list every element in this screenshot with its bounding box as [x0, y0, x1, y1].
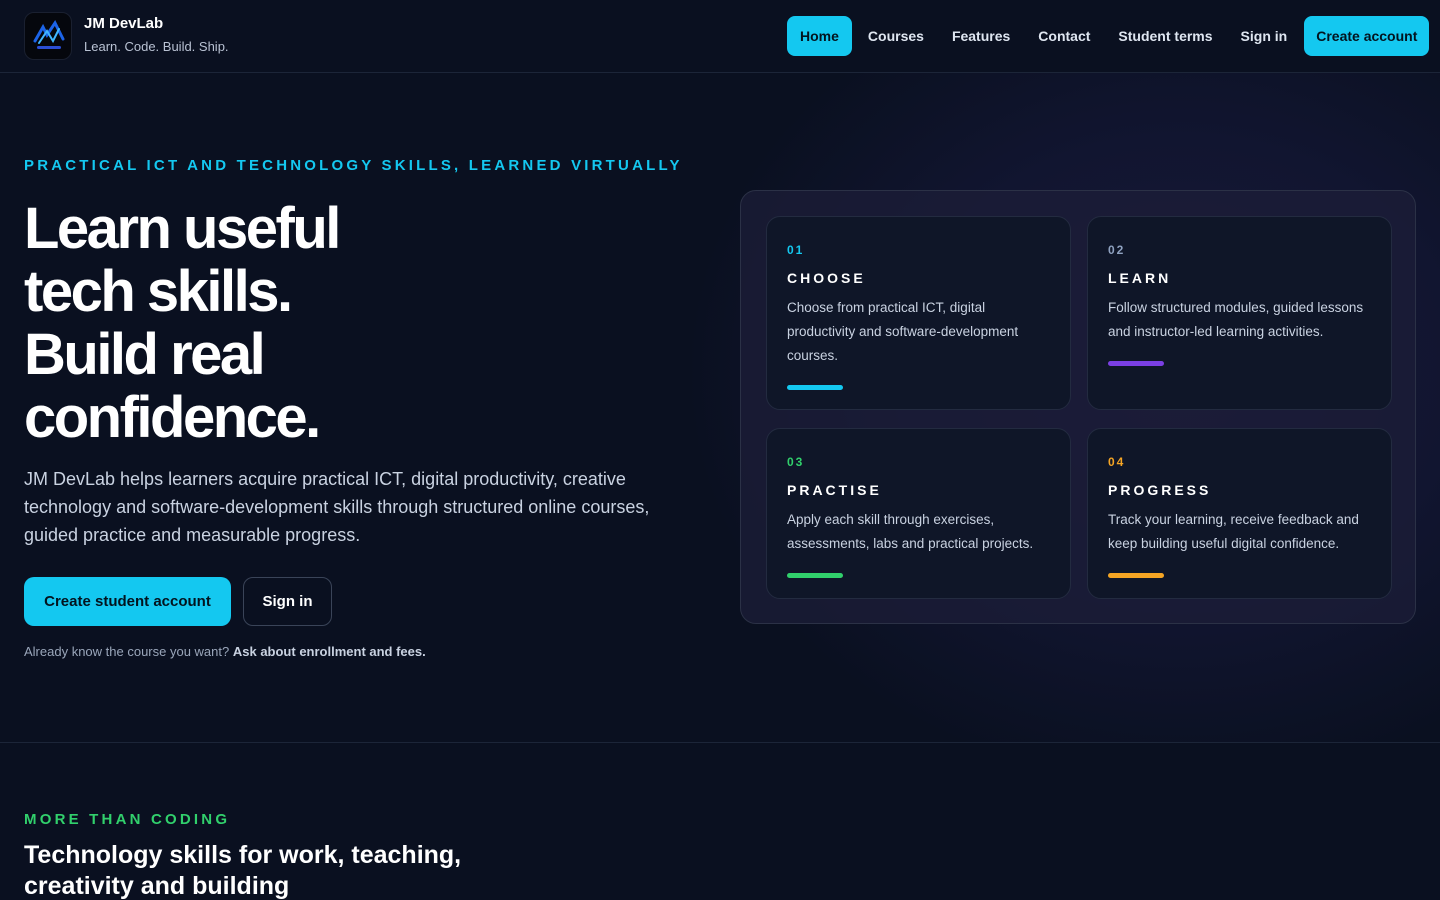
- logo-icon: [33, 20, 65, 49]
- step-text: Track your learning, receive feedback an…: [1108, 512, 1359, 551]
- step-title: PROGRESS: [1108, 482, 1212, 498]
- nav-contact[interactable]: Contact: [1024, 16, 1104, 56]
- step-card-progress: 04 PROGRESS Track your learning, receive…: [1087, 428, 1392, 599]
- step-title: LEARN: [1108, 270, 1172, 286]
- step-number: 02: [1108, 243, 1126, 257]
- nav-features[interactable]: Features: [938, 16, 1024, 56]
- nav-student-terms[interactable]: Student terms: [1104, 16, 1226, 56]
- step-text: Apply each skill through exercises, asse…: [787, 512, 1034, 551]
- nav-courses[interactable]: Courses: [854, 16, 938, 56]
- enrollment-note-text: Already know the course you want?: [24, 644, 230, 659]
- hero-title: Learn useful tech skills. Build real con…: [24, 197, 644, 449]
- step-title: PRACTISE: [787, 482, 882, 498]
- nav-sign-in[interactable]: Sign in: [1227, 16, 1302, 56]
- hero-title-line: tech skills.: [24, 259, 293, 324]
- section-eyebrow: MORE THAN CODING: [24, 811, 231, 828]
- steps-panel: 01 CHOOSE Choose from practical ICT, dig…: [740, 190, 1416, 624]
- section-divider: [0, 742, 1440, 743]
- step-number: 04: [1108, 455, 1126, 469]
- step-card-practise: 03 PRACTISE Apply each skill through exe…: [766, 428, 1071, 599]
- hero-title-line: Build real: [24, 322, 266, 387]
- brand-tagline: Learn. Code. Build. Ship.: [84, 39, 229, 54]
- main-nav: Home Courses Features Contact Student te…: [787, 16, 1430, 56]
- nav-home[interactable]: Home: [787, 16, 852, 56]
- hero-title-line: confidence.: [24, 385, 321, 450]
- brand-name[interactable]: JM DevLab: [84, 15, 163, 32]
- hero-eyebrow: PRACTICAL ICT AND TECHNOLOGY SKILLS, LEA…: [24, 157, 683, 174]
- step-card-choose: 01 CHOOSE Choose from practical ICT, dig…: [766, 216, 1071, 410]
- step-accent-bar: [787, 573, 843, 578]
- step-accent-bar: [787, 385, 843, 390]
- hero-section: PRACTICAL ICT AND TECHNOLOGY SKILLS, LEA…: [0, 73, 1440, 743]
- step-card-learn: 02 LEARN Follow structured modules, guid…: [1087, 216, 1392, 410]
- section-title: Technology skills for work, teaching, cr…: [24, 841, 462, 900]
- step-text: Choose from practical ICT, digital produ…: [787, 300, 1019, 363]
- step-text: Follow structured modules, guided lesson…: [1108, 300, 1364, 339]
- create-account-button[interactable]: Create account: [1304, 16, 1430, 56]
- hero-description: JM DevLab helps learners acquire practic…: [24, 469, 650, 545]
- hero-title-line: Learn useful: [24, 196, 341, 261]
- step-accent-bar: [1108, 361, 1164, 366]
- step-number: 01: [787, 243, 805, 257]
- create-student-account-button[interactable]: Create student account: [24, 577, 231, 626]
- site-header: JM DevLab Learn. Code. Build. Ship. Home…: [0, 0, 1440, 73]
- step-number: 03: [787, 455, 805, 469]
- enrollment-note: Already know the course you want? Ask ab…: [24, 644, 426, 659]
- enrollment-link[interactable]: Ask about enrollment and fees.: [233, 644, 426, 659]
- step-title: CHOOSE: [787, 270, 866, 286]
- step-accent-bar: [1108, 573, 1164, 578]
- sign-in-button[interactable]: Sign in: [243, 577, 332, 626]
- brand-logo[interactable]: [24, 12, 72, 60]
